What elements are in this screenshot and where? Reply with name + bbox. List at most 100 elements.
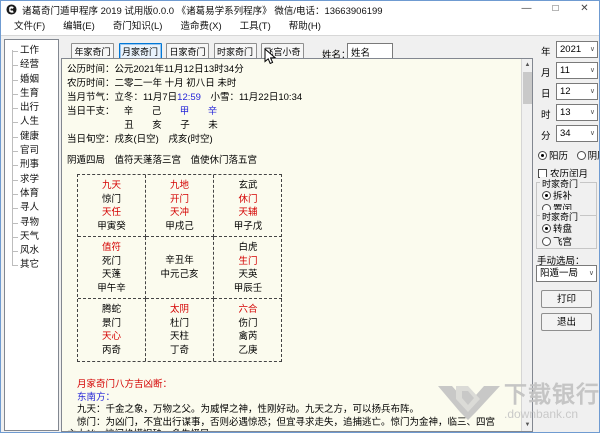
chevron-down-icon: ∨ bbox=[589, 88, 595, 95]
radio-zhuanpan-icon bbox=[542, 224, 551, 233]
analysis-block: 月家奇门八方吉凶断： 东南方： 九天：千金之象，万物之父。为威悍之神，性刚好动。… bbox=[67, 378, 532, 431]
titlebar: 诸葛奇门遁甲程序 2019 试用版0.0.0 《诸葛易学系列程序》 微信/电话：… bbox=[1, 1, 599, 18]
grid-cell-line: 生门 bbox=[238, 255, 258, 267]
year-select[interactable]: 2021 ∨ bbox=[556, 41, 598, 58]
jieqi-segment: 12:59 bbox=[177, 92, 201, 103]
year-label: 年 bbox=[541, 47, 551, 58]
scroll-up-icon[interactable]: ▲ bbox=[522, 59, 533, 71]
qimen-grid: 九天 惊门 天任 甲寅癸 九地 开门 天冲 甲戌己 玄武 休门 天辅 甲子戊 值符 死门 天蓬 甲午辛 辛丑年中… bbox=[77, 174, 282, 362]
radio-solar[interactable]: 阳历 bbox=[538, 151, 568, 162]
grid-cell-line: 天英 bbox=[238, 269, 258, 280]
ganzhi-branches-line: 丑亥子未 bbox=[67, 119, 532, 133]
grid-cell-8: 太阴 杜门 天柱 丁奇 bbox=[146, 299, 214, 361]
grid-cell-6: 白虎 生门 天英 甲辰壬 bbox=[214, 237, 282, 299]
calendar-radio-row: 阳历 阴历 bbox=[538, 148, 599, 162]
chevron-down-icon: ∨ bbox=[589, 130, 595, 137]
sidebar-item[interactable]: 生育 bbox=[5, 87, 58, 101]
grid-cell-line: 丁奇 bbox=[169, 344, 189, 356]
ganzhi-stems-line: 当日干支： 辛 己 甲 辛 bbox=[67, 105, 532, 119]
menu-item-5[interactable]: 工具(T) bbox=[231, 18, 280, 35]
radio-feigong[interactable]: 飞宫 bbox=[542, 234, 572, 248]
hour-qimen-group-2: 时家奇门 转盘 飞宫 bbox=[536, 210, 597, 249]
grid-cell-1: 九天 惊门 天任 甲寅癸 bbox=[78, 175, 146, 237]
sidebar-item[interactable]: 婚姻 bbox=[5, 73, 58, 87]
month-select[interactable]: 11 ∨ bbox=[556, 62, 598, 79]
radio-solar-icon bbox=[538, 151, 547, 160]
radio-lunar-icon bbox=[576, 151, 586, 160]
ganzhi-branch: 丑 bbox=[124, 120, 134, 131]
menu-item-1[interactable]: 文件(F) bbox=[5, 18, 54, 35]
sidebar-item[interactable]: 寻物 bbox=[5, 216, 58, 230]
chevron-down-icon: ∨ bbox=[589, 109, 595, 116]
sidebar-item[interactable]: 官司 bbox=[5, 144, 58, 158]
sidebar-item[interactable]: 出行 bbox=[5, 101, 58, 115]
year-value: 2021 bbox=[560, 44, 582, 55]
sidebar-item[interactable]: 求学 bbox=[5, 173, 58, 187]
minute-select[interactable]: 34 ∨ bbox=[556, 125, 598, 142]
sidebar-item[interactable]: 刑事 bbox=[5, 158, 58, 172]
ganzhi-stem: 己 bbox=[151, 106, 162, 117]
xunkong-line: 当日旬空：戌亥(日空) 戌亥(时空) bbox=[67, 134, 213, 145]
scroll-down-icon[interactable]: ▼ bbox=[522, 419, 533, 431]
sidebar-item[interactable]: 天气 bbox=[5, 230, 58, 244]
menu-item-2[interactable]: 编辑(E) bbox=[54, 18, 104, 35]
grid-cell-line: 天心 bbox=[101, 331, 121, 342]
grid-cell-line: 杜门 bbox=[169, 317, 189, 329]
analysis-line: 惊门：为凶门，不宜出行谋事，否则必遇惊恐；但宜寻求走失，追捕逃亡。惊门为金神，临… bbox=[77, 416, 496, 428]
menubar: 文件(F) 编辑(E) 奇门知识(L) 造命费(X) 工具(T) 帮助(H) bbox=[1, 18, 599, 36]
sidebar-tree: 工作 经营 婚姻 生育 出行 人生 健康 官司 刑事 求学 体育 寻人 寻物 天气 风水 其它 bbox=[5, 40, 58, 273]
grid-cell-line: 天冲 bbox=[169, 207, 189, 218]
sidebar-item[interactable]: 人生 bbox=[5, 115, 58, 129]
radio-lunar[interactable]: 阴历 bbox=[576, 151, 599, 162]
print-button[interactable]: 打印 bbox=[541, 290, 592, 308]
grid-cell-3: 玄武 休门 天辅 甲子戊 bbox=[214, 175, 282, 237]
sidebar-item[interactable]: 其它 bbox=[5, 258, 58, 272]
grid-cell-line: 天辅 bbox=[238, 207, 258, 218]
day-select[interactable]: 12 ∨ bbox=[556, 83, 598, 100]
hour-select[interactable]: 13 ∨ bbox=[556, 104, 598, 121]
hour-value: 13 bbox=[560, 107, 571, 118]
grid-cell-line: 白虎 bbox=[238, 242, 258, 253]
grid-cell-line: 玄武 bbox=[238, 180, 258, 191]
ganzhi-branch: 子 bbox=[180, 120, 190, 131]
ganzhi-label: 当日干支： bbox=[67, 106, 115, 117]
sidebar-item[interactable]: 工作 bbox=[5, 44, 58, 58]
menu-item-6[interactable]: 帮助(H) bbox=[280, 18, 330, 35]
sidebar-item[interactable]: 经营 bbox=[5, 58, 58, 72]
grid-cell-line: 惊门 bbox=[101, 193, 121, 205]
grid-cell-line: 甲辰壬 bbox=[233, 282, 263, 294]
sidebar-item[interactable]: 健康 bbox=[5, 130, 58, 144]
grid-cell-line: 天柱 bbox=[169, 331, 189, 342]
ganzhi-stem: 辛 bbox=[207, 106, 218, 117]
scrollbar-thumb[interactable] bbox=[523, 72, 532, 104]
minute-label: 分 bbox=[541, 131, 551, 142]
grid-cell-line: 死门 bbox=[101, 255, 121, 267]
analysis-title: 月家奇门八方吉凶断： bbox=[77, 379, 173, 390]
chevron-down-icon: ∨ bbox=[589, 67, 595, 74]
content-scrollbar[interactable]: ▲ ▼ bbox=[521, 59, 532, 431]
radio-zhuanpan[interactable]: 转盘 bbox=[542, 221, 572, 235]
menu-item-3[interactable]: 奇门知识(L) bbox=[104, 18, 172, 35]
sidebar-item[interactable]: 体育 bbox=[5, 187, 58, 201]
radio-chaibu-icon bbox=[542, 191, 551, 200]
radio-chaibu[interactable]: 拆补 bbox=[542, 188, 572, 202]
right-panel: 年2021∨月11∨日12∨时13∨分34∨ 阳历 阴历 农历闰月 时家奇门 拆… bbox=[534, 1, 599, 432]
mouse-cursor bbox=[264, 48, 277, 65]
grid-cell-line: 景门 bbox=[101, 317, 121, 329]
grid-cell-line: 开门 bbox=[169, 193, 189, 205]
day-value: 12 bbox=[560, 86, 571, 97]
manual-ju-select[interactable]: 阳遁一局 ∨ bbox=[536, 265, 597, 282]
grid-cell-line: 九地 bbox=[169, 180, 189, 191]
menu-item-4[interactable]: 造命费(X) bbox=[171, 18, 230, 35]
analysis-lines: 九天：千金之象，万物之父。为威悍之神，性刚好动。九天之方，可以扬兵布阵。 惊门：为… bbox=[67, 404, 532, 431]
grid-cell-5: 辛丑年 中元己亥 bbox=[146, 237, 214, 299]
jieqi-segment: 小雪：11月22日10:34 bbox=[200, 92, 303, 103]
sidebar-item[interactable]: 寻人 bbox=[5, 201, 58, 215]
grid-cell-line: 甲戌己 bbox=[165, 220, 194, 232]
grid-cell-line: 太阴 bbox=[169, 304, 189, 315]
exit-button[interactable]: 退出 bbox=[541, 313, 592, 331]
sidebar-item[interactable]: 风水 bbox=[5, 244, 58, 258]
jieqi-segment: 当月节气：立冬：11月7日 bbox=[67, 92, 178, 103]
grid-cell-line: 禽芮 bbox=[238, 331, 258, 342]
jieqi-line: 当月节气：立冬：11月7日12:59 小雪：11月22日10:34 bbox=[67, 91, 532, 105]
